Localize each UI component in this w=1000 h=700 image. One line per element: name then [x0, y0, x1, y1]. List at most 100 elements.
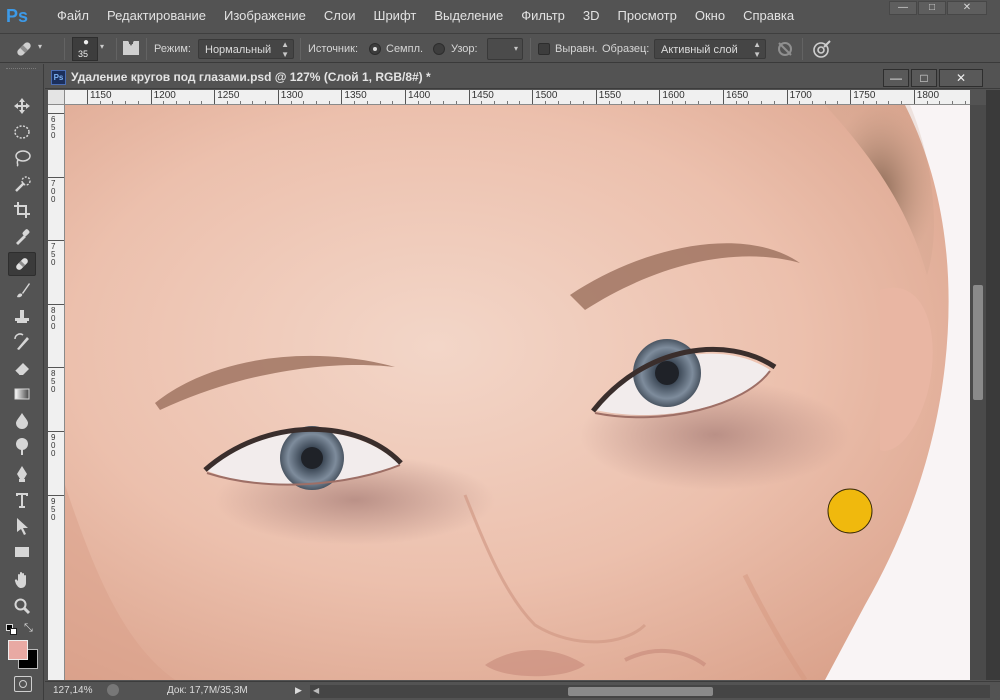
sample-select-value: Активный слой — [661, 44, 738, 56]
default-colors-button[interactable] — [6, 624, 18, 636]
ruler-label: 1500 — [535, 90, 558, 101]
tool-quick-selection[interactable] — [8, 172, 36, 196]
path-selection-icon — [17, 518, 28, 535]
tool-dodge[interactable] — [8, 434, 36, 458]
horizontal-ruler[interactable]: 1150 1200 1250 1300 1350 1400 1450 1500 1550 1600… — [65, 90, 970, 105]
ruler-tick — [48, 431, 64, 432]
pen-icon — [17, 466, 27, 482]
maximize-window-button[interactable]: □ — [918, 1, 946, 15]
ruler-tick — [48, 367, 64, 369]
horizontal-scrollbar[interactable]: ◀ — [310, 685, 990, 698]
ruler-label: 900 — [51, 433, 56, 458]
brush-size-picker[interactable]: ● 35 — [72, 37, 98, 61]
document-canvas[interactable] — [65, 105, 970, 680]
ruler-origin[interactable] — [48, 90, 65, 105]
tool-clone-stamp[interactable] — [8, 304, 36, 328]
ruler-tick — [723, 90, 724, 104]
ruler-tick — [48, 303, 64, 305]
ignore-adjustment-layers-button[interactable] — [776, 40, 794, 58]
ruler-tick — [595, 90, 597, 104]
source-sampled-label: Семпл. — [386, 43, 424, 55]
tool-eraser[interactable] — [8, 356, 36, 380]
source-sampled-radio[interactable] — [369, 43, 381, 55]
ruler-tick — [150, 90, 152, 104]
menu-item[interactable]: Справка — [734, 0, 803, 32]
tool-blur[interactable] — [8, 408, 36, 432]
vertical-scroll-thumb[interactable] — [973, 285, 983, 400]
horizontal-scroll-thumb[interactable] — [568, 687, 713, 696]
tool-preset-picker[interactable]: ▾ — [10, 37, 48, 61]
document-window-header[interactable]: Ps Удаление кругов под глазами.psd @ 127… — [45, 67, 1000, 89]
ruler-label: 1600 — [662, 90, 685, 101]
tool-zoom[interactable] — [8, 594, 36, 618]
elliptical-marquee-icon — [14, 125, 30, 139]
tool-hand[interactable] — [8, 568, 36, 592]
sample-select[interactable]: Активный слой ▲ ▼ — [654, 39, 766, 59]
photoshop-logo: Ps — [6, 6, 29, 26]
tool-path-selection[interactable] — [8, 514, 36, 538]
menu-item[interactable]: Выделение — [425, 0, 512, 32]
menu-item[interactable]: Окно — [686, 0, 734, 32]
menu-item[interactable]: Фильтр — [512, 0, 574, 32]
ruler-label: 750 — [51, 242, 56, 268]
quick-selection-icon — [15, 176, 31, 192]
tool-brush[interactable] — [8, 278, 36, 302]
tool-marquee[interactable] — [8, 120, 36, 144]
chevron-down-icon: ▾ — [513, 44, 518, 53]
brush-size-dropdown-icon[interactable]: ▾ — [100, 37, 110, 57]
tool-rectangle[interactable] — [8, 540, 36, 564]
mode-select[interactable]: Нормальный ▲ ▼ — [198, 39, 294, 59]
tool-healing-brush[interactable] — [8, 252, 36, 276]
tool-type[interactable] — [8, 488, 36, 512]
menu-item[interactable]: Изображение — [215, 0, 315, 32]
menu-item[interactable]: Файл — [48, 0, 98, 32]
menu-item[interactable]: Шрифт — [365, 0, 426, 32]
ruler-label: 1700 — [789, 90, 812, 101]
pressure-size-button[interactable] — [812, 39, 832, 59]
ruler-tick — [786, 90, 788, 104]
status-menu-arrow-icon[interactable]: ▶ — [295, 685, 302, 696]
ruler-tick — [532, 90, 534, 104]
minimize-window-button[interactable]: — — [889, 1, 917, 15]
ruler-label: 950 — [51, 496, 56, 522]
zoom-level[interactable]: 127,14% — [53, 685, 92, 696]
menu-item[interactable]: Слои — [315, 0, 365, 32]
menu-bar: Ps Файл Редактирование Изображение Слои Шриф… — [0, 0, 1000, 32]
rectangle-shape-icon — [15, 547, 29, 557]
swap-colors-icon[interactable]: ⤡ — [24, 622, 33, 635]
tool-eyedropper[interactable] — [8, 224, 36, 248]
tool-crop[interactable] — [8, 198, 36, 222]
menu-item[interactable]: Просмотр — [609, 0, 686, 32]
vertical-ruler[interactable]: 650 700 750 800 850 900 950 — [48, 105, 65, 680]
pattern-picker[interactable]: ▾ — [487, 38, 523, 60]
status-bar: 127,14% Док: 17,7M/35,3M ▶ ◀ — [45, 681, 1000, 700]
tool-lasso[interactable] — [8, 146, 36, 170]
status-info-icon[interactable] — [107, 684, 119, 696]
doc-maximize-button[interactable]: □ — [911, 69, 937, 87]
doc-close-button[interactable]: ✕ — [939, 69, 983, 87]
tool-pen[interactable] — [8, 462, 36, 486]
tool-history-brush[interactable] — [8, 330, 36, 354]
ruler-tick — [48, 240, 64, 242]
aligned-checkbox[interactable] — [538, 43, 550, 55]
move-icon — [14, 98, 30, 114]
quick-mask-button[interactable] — [14, 676, 32, 692]
panel-grip[interactable] — [6, 68, 36, 71]
scroll-left-icon[interactable]: ◀ — [313, 686, 319, 695]
tool-gradient[interactable] — [8, 382, 36, 406]
menu-item[interactable]: Редактирование — [98, 0, 215, 32]
clone-source-panel-button[interactable] — [122, 37, 140, 59]
menu-item[interactable]: 3D — [574, 0, 609, 32]
source-pattern-radio[interactable] — [433, 43, 445, 55]
type-icon — [16, 493, 28, 508]
ruler-label: 1200 — [153, 90, 176, 101]
updown-arrows-icon: ▲ ▼ — [753, 40, 761, 59]
vertical-scrollbar[interactable] — [970, 105, 986, 680]
quick-mask-icon — [19, 680, 27, 688]
close-window-button[interactable]: ✕ — [947, 1, 987, 15]
foreground-color-swatch[interactable] — [8, 640, 28, 660]
ruler-tick — [48, 113, 64, 114]
doc-minimize-button[interactable]: — — [883, 69, 909, 87]
tool-move[interactable] — [8, 94, 36, 118]
chevron-down-icon: ▾ — [38, 42, 43, 51]
